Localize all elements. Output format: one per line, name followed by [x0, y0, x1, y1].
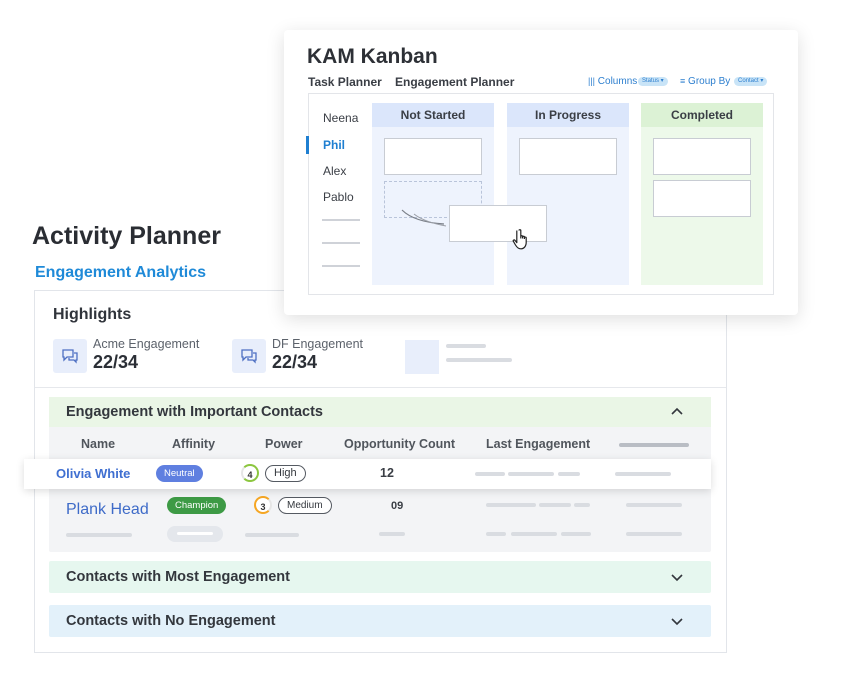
- section-header[interactable]: Engagement with Important Contacts: [49, 397, 711, 427]
- placeholder-line: [322, 219, 360, 221]
- placeholder-line: [539, 503, 571, 507]
- page-subtitle[interactable]: Engagement Analytics: [35, 264, 206, 282]
- kanban-card-item[interactable]: [519, 138, 617, 175]
- kanban-card: KAM Kanban Task Planner Engagement Plann…: [284, 30, 798, 315]
- group-by-label: Group By: [688, 76, 731, 87]
- affinity-badge: Champion: [167, 497, 227, 514]
- tab-engagement-planner[interactable]: Engagement Planner: [395, 75, 514, 89]
- person-phil[interactable]: Phil: [323, 138, 345, 152]
- lane-completed: Completed: [641, 103, 763, 285]
- placeholder-line: [446, 344, 486, 348]
- columns-control[interactable]: ||| Columns: [588, 76, 637, 87]
- placeholder-badge: [167, 526, 223, 542]
- opportunity-count: 09: [391, 500, 404, 512]
- hand-cursor-icon: [512, 229, 527, 250]
- metric-df-engagement: DF Engagement 22/34: [232, 337, 382, 377]
- contact-name-link[interactable]: Plank Head: [66, 501, 149, 519]
- power-level-pill: High: [265, 465, 306, 482]
- page-title: Activity Planner: [32, 222, 221, 250]
- chevron-down-icon[interactable]: [671, 571, 683, 583]
- section-most-engagement[interactable]: Contacts with Most Engagement: [49, 561, 711, 593]
- placeholder-line: [475, 472, 505, 476]
- power-score-ring: 4: [241, 464, 259, 482]
- lane-header: Completed: [641, 103, 763, 127]
- lane-header: Not Started: [372, 103, 494, 127]
- placeholder-line: [511, 532, 557, 536]
- group-by-control[interactable]: ≡ Group By: [680, 76, 730, 87]
- contact-name-link[interactable]: Olivia White: [56, 466, 130, 481]
- kanban-card-item[interactable]: [653, 138, 751, 175]
- placeholder-line: [615, 472, 671, 476]
- power-level-pill: Medium: [278, 497, 332, 514]
- person-alex[interactable]: Alex: [323, 164, 346, 178]
- metric-value: 22/34: [93, 352, 139, 372]
- placeholder-line: [446, 358, 512, 362]
- placeholder-line: [379, 532, 405, 536]
- lane-not-started: Not Started: [372, 103, 494, 285]
- col-header-last-engagement: Last Engagement: [486, 437, 591, 451]
- placeholder-line: [626, 503, 682, 507]
- kanban-board: Neena Phil Alex Pablo Not Started In Pro…: [306, 93, 774, 295]
- group-by-icon: ≡: [680, 76, 686, 86]
- placeholder-line: [66, 533, 132, 537]
- chevron-up-icon[interactable]: [671, 406, 683, 418]
- metric-label: Acme Engagement: [93, 337, 200, 351]
- person-pablo[interactable]: Pablo: [323, 190, 354, 204]
- drag-motion-lines: [401, 209, 447, 227]
- kanban-title: KAM Kanban: [307, 45, 438, 68]
- placeholder-line: [508, 472, 554, 476]
- placeholder-line: [561, 532, 591, 536]
- activity-card: Highlights Acme Engagement 22/34 DF Enga…: [24, 290, 727, 653]
- section-title: Contacts with Most Engagement: [66, 569, 290, 585]
- metric-label: DF Engagement: [272, 337, 364, 351]
- chat-icon: [53, 339, 87, 373]
- chat-icon: [232, 339, 266, 373]
- power-score-ring: 3: [254, 496, 272, 514]
- section-no-engagement[interactable]: Contacts with No Engagement: [49, 605, 711, 637]
- affinity-badge: Neutral: [156, 465, 203, 482]
- col-header-opportunity-count: Opportunity Count: [344, 437, 456, 451]
- metric-acme-engagement: Acme Engagement 22/34: [53, 337, 223, 377]
- person-neena[interactable]: Neena: [323, 111, 358, 125]
- group-by-contact-chip[interactable]: Contact ▾: [734, 77, 768, 86]
- lane-header: In Progress: [507, 103, 629, 127]
- metric-placeholder-icon: [405, 340, 439, 374]
- placeholder-line: [245, 533, 299, 537]
- columns-status-chip[interactable]: Status ▾: [638, 77, 668, 86]
- opportunity-count: 12: [380, 466, 394, 480]
- divider: [35, 387, 726, 388]
- placeholder-line: [486, 532, 506, 536]
- section-title: Engagement with Important Contacts: [66, 404, 323, 420]
- placeholder-line: [322, 265, 360, 267]
- col-header-affinity: Affinity: [172, 437, 216, 451]
- columns-label: Columns: [597, 76, 638, 87]
- placeholder-line: [619, 443, 689, 447]
- section-title: Contacts with No Engagement: [66, 613, 276, 629]
- placeholder-line: [626, 532, 682, 536]
- placeholder-line: [322, 242, 360, 244]
- placeholder-line: [486, 503, 536, 507]
- chevron-down-icon[interactable]: [671, 615, 683, 627]
- lane-in-progress: In Progress: [507, 103, 629, 285]
- metric-value: 22/34: [272, 352, 318, 372]
- highlights-title: Highlights: [53, 306, 132, 323]
- table-row-highlighted[interactable]: Olivia White Neutral 4 High 12: [24, 459, 711, 489]
- placeholder-line: [574, 503, 590, 507]
- kanban-card-item[interactable]: [384, 138, 482, 175]
- col-header-power: Power: [265, 437, 303, 451]
- col-header-name: Name: [81, 437, 116, 451]
- active-indicator: [306, 136, 309, 154]
- placeholder-line: [558, 472, 580, 476]
- kanban-card-item[interactable]: [653, 180, 751, 217]
- columns-icon: |||: [588, 76, 596, 86]
- tab-task-planner[interactable]: Task Planner: [308, 75, 382, 89]
